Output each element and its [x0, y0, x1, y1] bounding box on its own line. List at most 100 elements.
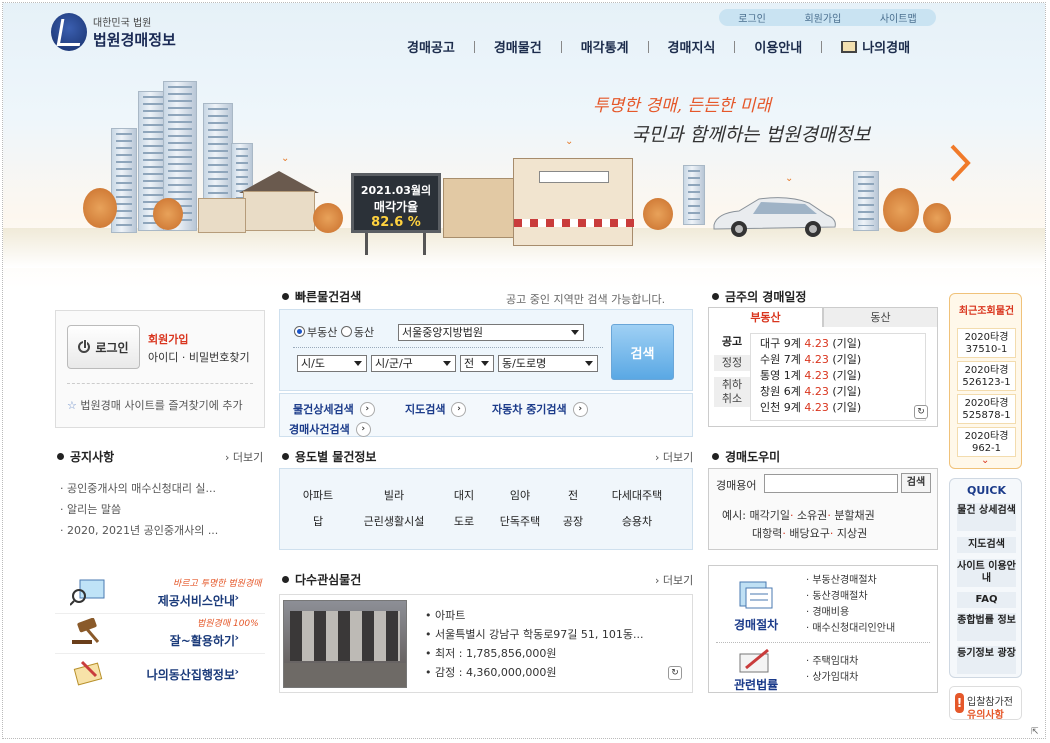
usage-tips-banner[interactable]: 법원경매 100% 잘~활용하기 ›	[55, 612, 265, 654]
sigungu-select[interactable]: 시/군/구	[371, 355, 456, 372]
util-login-link[interactable]: 로그인	[738, 10, 766, 25]
tree	[923, 203, 951, 233]
nav-usage-guide[interactable]: 이용안내	[754, 37, 802, 56]
recent-item[interactable]: 2020타경 962-1	[957, 427, 1016, 457]
bidding-caution-banner[interactable]: ! 입찰참가전 유의사항	[949, 686, 1022, 721]
side-tab-notice[interactable]: 공고	[714, 334, 750, 350]
term-link[interactable]: 분할채권	[834, 509, 874, 522]
recent-item[interactable]: 2020타경 526123-1	[957, 361, 1016, 391]
term-link[interactable]: 지상권	[837, 527, 867, 540]
term-link[interactable]: 소유권	[797, 509, 827, 522]
quick-detail-search[interactable]: 물건 상세검색	[957, 503, 1016, 531]
nav-auction-items[interactable]: 경매물건	[494, 37, 542, 56]
my-movable-execution-banner[interactable]: 나의동산집행정보 ›	[55, 652, 265, 694]
tab-real-estate[interactable]: 부동산	[708, 307, 823, 328]
court-select[interactable]: 서울중앙지방법원	[398, 324, 584, 341]
map-search-link[interactable]: 지도검색 ›	[405, 401, 467, 417]
term-search-input[interactable]	[764, 474, 898, 493]
notice-item[interactable]: 공인중개사의 매수신청대리 실...	[60, 478, 218, 499]
nav-auction-knowledge[interactable]: 경매지식	[668, 37, 716, 56]
quick-search-button[interactable]: 검색	[611, 324, 674, 380]
quick-menu: QUICK 물건 상세검색 지도검색 사이트 이용안내 FAQ 종합법률 정보 …	[949, 478, 1022, 678]
recent-item[interactable]: 2020타경 525878-1	[957, 394, 1016, 424]
nav-sale-statistics[interactable]: 매각통계	[581, 37, 629, 56]
procedure-link[interactable]: 부동산경매절차	[806, 573, 895, 589]
usage-item[interactable]: 아파트	[278, 487, 358, 503]
banner-next-arrow-icon[interactable]	[949, 143, 971, 183]
usage-tips-slogan: 법원경매 100%	[197, 619, 259, 629]
schedule-item[interactable]: 대구 9계 4.23 (기일)	[760, 336, 925, 352]
quick-registry-plaza[interactable]: 등기정보 광장	[957, 646, 1016, 674]
quick-map-search[interactable]: 지도검색	[957, 537, 1016, 553]
usage-item[interactable]: 답	[278, 513, 358, 529]
usage-more-link[interactable]: 더보기	[655, 449, 693, 465]
usage-item[interactable]: 근린생활시설	[354, 513, 434, 529]
usage-item[interactable]: 다세대주택	[597, 487, 677, 503]
law-link[interactable]: 주택임대차	[806, 654, 858, 670]
quick-site-guide[interactable]: 사이트 이용안내	[957, 559, 1016, 587]
jeon-select[interactable]: 전	[460, 355, 494, 372]
schedule-item[interactable]: 수원 7계 4.23 (기일)	[760, 352, 925, 368]
nav-my-auction[interactable]: 나의경매	[841, 37, 910, 56]
side-tab-withdrawal[interactable]: 취하취소	[714, 377, 750, 407]
house	[243, 191, 315, 231]
law-link[interactable]: 상가임대차	[806, 670, 858, 686]
term-link[interactable]: 대항력	[752, 527, 782, 540]
add-favorite-link[interactable]: ☆ 법원경매 사이트를 즐겨찾기에 추가	[67, 397, 243, 413]
caution-line2: 유의사항	[967, 710, 1004, 721]
join-link[interactable]: 회원가입	[148, 331, 250, 349]
case-search-link[interactable]: 경매사건검색 ›	[289, 421, 371, 437]
vehicle-search-link[interactable]: 자동차 중기검색 ›	[492, 401, 588, 417]
util-join-link[interactable]: 회원가입	[804, 10, 841, 25]
util-sitemap-link[interactable]: 사이트맵	[880, 10, 917, 25]
term-link[interactable]: 배당요구	[789, 527, 829, 540]
refresh-icon[interactable]: ↻	[668, 666, 682, 680]
popular-more-link[interactable]: 더보기	[655, 572, 693, 588]
procedure-link[interactable]: 동산경매절차	[806, 589, 895, 605]
popular-item-photo[interactable]	[283, 600, 407, 688]
term-search-button[interactable]: 검색	[901, 473, 931, 493]
schedule-item[interactable]: 창원 6계 4.23 (기일)	[760, 384, 925, 400]
detail-search-link[interactable]: 물건상세검색 ›	[293, 401, 375, 417]
find-id-password-link[interactable]: 아이디 · 비밀번호찾기	[148, 349, 250, 367]
apartment-tower	[683, 165, 705, 225]
nav-my-auction-label: 나의경매	[862, 41, 911, 56]
procedure-group-label[interactable]: 경매절차	[734, 616, 778, 633]
logo[interactable]: 대한민국 법원 법원경매정보	[51, 13, 176, 51]
schedule-item[interactable]: 인천 9계 4.23 (기일)	[760, 400, 925, 416]
logo-subtitle: 대한민국 법원	[93, 18, 152, 29]
dong-select[interactable]: 동/도로명	[498, 355, 598, 372]
quick-law-info[interactable]: 종합법률 정보	[957, 613, 1016, 641]
popular-minimum-price: 최저 : 1,785,856,000원	[425, 644, 644, 663]
sido-select[interactable]: 시/도	[297, 355, 367, 372]
recent-item[interactable]: 2020타경 37510-1	[957, 328, 1016, 358]
schedule-item[interactable]: 통영 1계 4.23 (기일)	[760, 368, 925, 384]
type-radio-group: 부동산 동산	[294, 324, 374, 340]
radio-movable[interactable]: 동산	[340, 326, 374, 339]
main-nav: 경매공고 경매물건 매각통계 경매지식 이용안내 나의경매	[407, 37, 910, 56]
radio-real-estate[interactable]: 부동산	[294, 326, 337, 339]
notice-item[interactable]: 2020, 2021년 공인중개사의 ...	[60, 520, 218, 541]
service-guide-banner[interactable]: 바르고 투명한 법원경매 제공서비스안내 ›	[55, 572, 265, 614]
side-tab-correction[interactable]: 정정	[714, 355, 750, 371]
billboard-leg	[365, 233, 368, 255]
chevron-down-icon: ⌄	[281, 153, 290, 164]
usage-item[interactable]: 승용차	[597, 513, 677, 529]
chevron-down-icon[interactable]: ⌄	[981, 455, 989, 466]
law-group-label[interactable]: 관련법률	[734, 676, 778, 693]
schedule-refresh-icon[interactable]: ↻	[914, 405, 928, 419]
login-button[interactable]: 로그인	[67, 325, 140, 369]
law-list: 주택임대차 상가임대차	[806, 654, 858, 686]
procedure-link[interactable]: 경매비용	[806, 605, 895, 621]
notice-item[interactable]: 알리는 말씀	[60, 499, 218, 520]
billboard-leg	[423, 233, 426, 255]
tab-movable[interactable]: 동산	[823, 307, 938, 328]
usage-item[interactable]: 빌라	[354, 487, 434, 503]
popular-item-info[interactable]: 아파트 서울특별시 강남구 학동로97길 51, 101동... 최저 : 1,…	[425, 606, 644, 682]
popular-address: 서울특별시 강남구 학동로97길 51, 101동...	[425, 625, 644, 644]
term-link[interactable]: 매각기일	[749, 509, 789, 522]
notice-more-link[interactable]: 더보기	[225, 449, 263, 465]
quick-faq[interactable]: FAQ	[957, 592, 1016, 608]
nav-auction-notice[interactable]: 경매공고	[407, 37, 455, 56]
procedure-link[interactable]: 매수신청대리인안내	[806, 621, 895, 637]
